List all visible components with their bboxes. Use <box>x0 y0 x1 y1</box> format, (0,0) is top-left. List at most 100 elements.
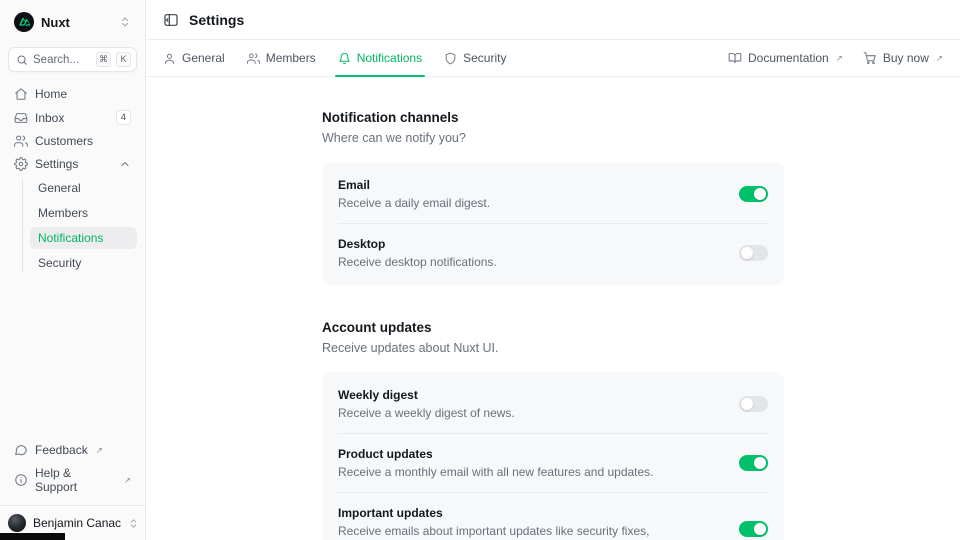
app-window: Nuxt Search... ⌘ K Home <box>0 0 960 540</box>
sidebar-item-settings-members[interactable]: Members <box>30 202 137 224</box>
tab-label: Notifications <box>357 51 422 65</box>
weekly-digest-toggle[interactable] <box>739 396 768 412</box>
toggle-knob <box>754 188 766 200</box>
sidebar-item-label: Feedback <box>35 443 88 457</box>
link-label: Documentation <box>748 51 829 65</box>
chevrons-up-down-icon <box>119 16 131 28</box>
sidebar-item-inbox[interactable]: Inbox 4 <box>8 107 137 128</box>
section-description: Receive updates about Nuxt UI. <box>322 341 784 355</box>
sidebar-item-home[interactable]: Home <box>8 84 137 104</box>
tab-security[interactable]: Security <box>444 40 506 76</box>
users-icon <box>14 134 28 148</box>
settings-card: Email Receive a daily email digest. Desk… <box>322 162 784 285</box>
screen-corner-artifact <box>0 533 65 540</box>
setting-title: Desktop <box>338 237 723 251</box>
header-links: Documentation ↗ Buy now↗ <box>728 51 943 65</box>
workspace-switcher[interactable]: Nuxt <box>8 8 137 36</box>
sidebar-item-settings[interactable]: Settings <box>8 154 137 174</box>
setting-description: Receive a daily email digest. <box>338 196 723 210</box>
setting-title: Weekly digest <box>338 388 723 402</box>
sidebar-item-settings-notifications[interactable]: Notifications <box>30 227 137 249</box>
user-icon <box>163 52 176 65</box>
inbox-icon <box>14 111 28 125</box>
setting-row-desktop: Desktop Receive desktop notifications. <box>338 223 768 282</box>
kbd-k: K <box>116 52 131 67</box>
sidebar-item-settings-security[interactable]: Security <box>30 252 137 274</box>
notification-channels-section: Notification channels Where can we notif… <box>322 110 784 285</box>
notifications-settings-page: Notification channels Where can we notif… <box>146 77 960 540</box>
sidebar: Nuxt Search... ⌘ K Home <box>0 0 146 540</box>
sidebar-item-label: Settings <box>35 157 78 171</box>
section-title: Account updates <box>322 320 784 335</box>
desktop-toggle[interactable] <box>739 245 768 261</box>
info-circle-icon <box>14 473 28 487</box>
section-description: Where can we notify you? <box>322 131 784 145</box>
documentation-link[interactable]: Documentation ↗ <box>728 51 843 65</box>
sidebar-item-feedback[interactable]: Feedback ↗ <box>8 440 137 460</box>
setting-title: Product updates <box>338 447 723 461</box>
users-icon <box>247 52 260 65</box>
search-input[interactable]: Search... ⌘ K <box>8 47 137 72</box>
inbox-count-badge: 4 <box>116 110 131 125</box>
page-header: Settings <box>146 0 960 40</box>
sidebar-item-label: Inbox <box>35 111 64 125</box>
sidebar-footer: Feedback ↗ Help & Support ↗ <box>0 440 145 505</box>
tab-members[interactable]: Members <box>247 40 316 76</box>
external-link-icon: ↗ <box>836 53 843 64</box>
gear-icon <box>14 157 28 171</box>
bell-icon <box>338 52 351 65</box>
sidebar-spacer <box>0 274 145 440</box>
page-title: Settings <box>189 12 244 28</box>
message-bubble-icon <box>14 443 28 457</box>
sidebar-item-label: Home <box>35 87 67 101</box>
settings-tabbar: General Members Notifications Security <box>146 40 960 77</box>
product-updates-toggle[interactable] <box>739 455 768 471</box>
home-icon <box>14 87 28 101</box>
nuxt-logo-icon <box>14 12 34 32</box>
toggle-knob <box>754 523 766 535</box>
kbd-cmd: ⌘ <box>96 52 111 67</box>
collapse-sidebar-icon[interactable] <box>163 12 179 28</box>
link-label: Buy now <box>883 51 929 65</box>
settings-subnav: General Members Notifications Security <box>8 177 137 274</box>
settings-card: Weekly digest Receive a weekly digest of… <box>322 372 784 540</box>
tab-general[interactable]: General <box>163 40 225 76</box>
email-toggle[interactable] <box>739 186 768 202</box>
setting-row-product-updates: Product updates Receive a monthly email … <box>338 433 768 492</box>
toggle-knob <box>741 398 753 410</box>
toggle-knob <box>754 457 766 469</box>
external-link-icon: ↗ <box>96 445 103 456</box>
external-link-icon: ↗ <box>124 475 131 486</box>
sidebar-item-label: Help & Support <box>35 466 116 494</box>
shopping-cart-icon <box>863 51 877 65</box>
setting-title: Important updates <box>338 506 723 520</box>
sidebar-item-help-support[interactable]: Help & Support ↗ <box>8 463 137 497</box>
toggle-knob <box>741 247 753 259</box>
sidebar-item-settings-general[interactable]: General <box>30 177 137 199</box>
setting-description: Receive a monthly email with all new fea… <box>338 465 723 479</box>
sidebar-item-label: Customers <box>35 134 93 148</box>
setting-title: Email <box>338 178 723 192</box>
chevrons-up-down-icon <box>128 518 139 529</box>
main-panel: Settings General Members Notifications <box>146 0 960 540</box>
user-avatar <box>8 514 26 532</box>
tab-label: General <box>182 51 225 65</box>
sidebar-nav: Home Inbox 4 Customers Settings <box>0 76 145 274</box>
buy-now-link[interactable]: Buy now↗ <box>863 51 943 65</box>
sidebar-item-customers[interactable]: Customers <box>8 131 137 151</box>
setting-row-weekly-digest: Weekly digest Receive a weekly digest of… <box>338 375 768 433</box>
important-updates-toggle[interactable] <box>739 521 768 537</box>
workspace-name: Nuxt <box>41 15 112 30</box>
tab-notifications[interactable]: Notifications <box>338 40 422 76</box>
search-placeholder: Search... <box>33 54 91 66</box>
shield-icon <box>444 52 457 65</box>
book-open-icon <box>728 51 742 65</box>
search-icon <box>16 54 28 66</box>
user-name: Benjamin Canac <box>33 516 121 530</box>
setting-row-important-updates: Important updates Receive emails about i… <box>338 492 768 540</box>
section-title: Notification channels <box>322 110 784 125</box>
setting-description: Receive desktop notifications. <box>338 255 723 269</box>
account-updates-section: Account updates Receive updates about Nu… <box>322 320 784 540</box>
chevron-up-icon <box>119 158 131 170</box>
tab-label: Security <box>463 51 506 65</box>
